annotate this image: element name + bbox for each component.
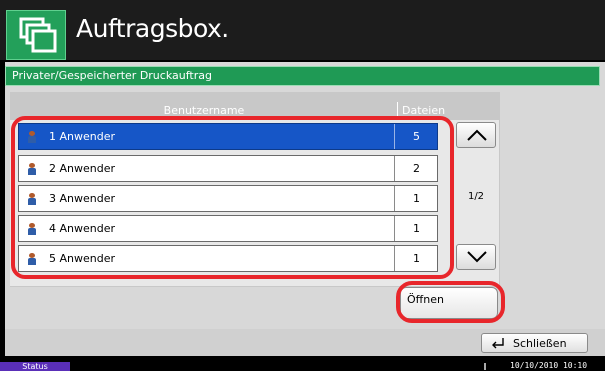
scroll-up-button[interactable]	[456, 122, 496, 148]
document-box-icon	[6, 10, 66, 60]
return-icon	[492, 338, 504, 349]
page-indicator: 1/2	[467, 191, 485, 202]
open-highlight	[396, 281, 505, 323]
close-button-label: Schließen	[513, 337, 567, 350]
app-header: Auftragsbox.	[0, 0, 605, 60]
status-button[interactable]: Status	[0, 362, 70, 371]
status-marker	[484, 363, 486, 370]
chevron-down-icon	[467, 251, 487, 263]
close-button[interactable]: Schließen	[481, 333, 588, 353]
scroll-down-button[interactable]	[456, 244, 496, 270]
page-title: Auftragsbox.	[76, 14, 229, 43]
panel-title: Privater/Gespeicherter Druckauftrag	[5, 66, 600, 86]
chevron-up-icon	[467, 129, 487, 141]
clock: 10/10/2010 10:10	[510, 361, 588, 370]
list-highlight	[11, 116, 454, 279]
